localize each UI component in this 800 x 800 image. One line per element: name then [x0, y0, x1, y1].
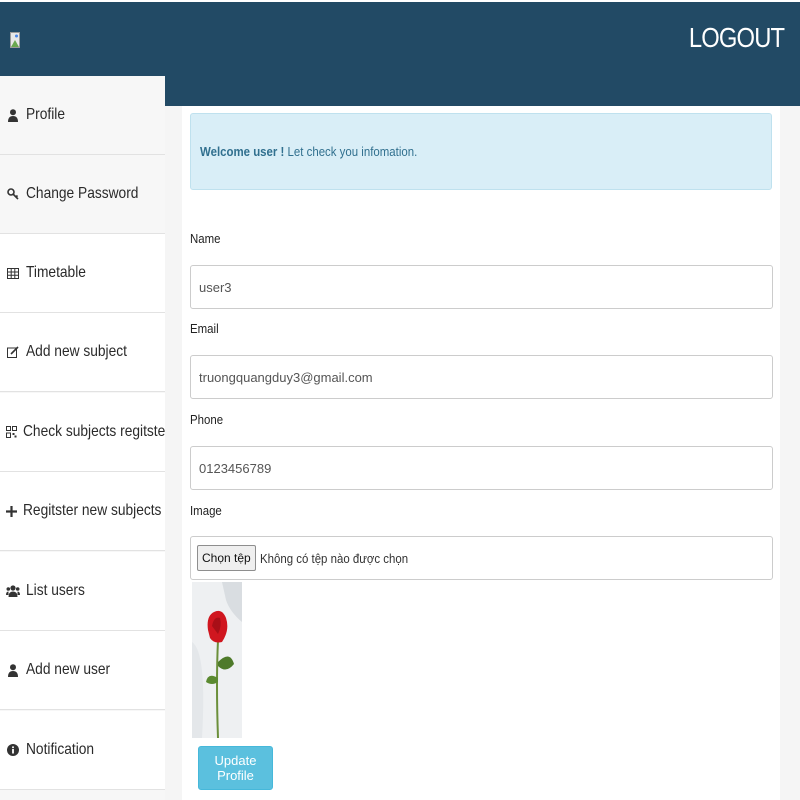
sidebar-item-timetable[interactable]: Timetable	[0, 234, 165, 313]
sidebar-item-label: Regitster new subjects	[23, 502, 162, 519]
phone-field[interactable]	[190, 446, 773, 490]
plus-icon	[6, 505, 17, 517]
edit-icon	[6, 346, 20, 358]
page-gutter	[780, 106, 800, 800]
users-icon	[6, 585, 20, 597]
email-label: Email	[190, 321, 219, 336]
name-field[interactable]	[190, 265, 773, 309]
sidebar-item-list-users[interactable]: List users	[0, 552, 165, 631]
sidebar-item-label: Change Password	[26, 185, 139, 202]
sidebar-item-label: Add new subject	[26, 343, 127, 360]
table-icon	[6, 267, 20, 279]
sidebar-item-label: Add new user	[26, 661, 111, 678]
qrcode-icon	[6, 426, 17, 438]
image-label: Image	[190, 503, 222, 518]
profile-image-rose	[192, 582, 242, 738]
phone-label: Phone	[190, 412, 224, 427]
name-label: Name	[190, 231, 221, 246]
sidebar: Profile Change Password Timetable Add ne…	[0, 76, 173, 800]
logout-button[interactable]: LOGOUT	[689, 22, 785, 54]
info-icon	[6, 744, 20, 756]
broken-logo-icon[interactable]	[10, 32, 20, 48]
sidebar-item-label: Check subjects regitsted	[23, 423, 173, 440]
file-status-text: Không có tệp nào được chọn	[259, 550, 408, 566]
sidebar-item-check-subjects[interactable]: Check subjects regitsted	[0, 393, 173, 472]
welcome-alert: Welcome user ! Let check you infomation.	[190, 113, 772, 190]
key-icon	[6, 188, 20, 200]
sidebar-item-add-user[interactable]: Add new user	[0, 631, 165, 710]
sidebar-item-profile[interactable]: Profile	[0, 76, 165, 155]
sidebar-item-register-subjects[interactable]: Regitster new subjects	[0, 472, 165, 551]
sidebar-item-add-subject[interactable]: Add new subject	[0, 313, 165, 392]
user-icon	[6, 663, 20, 677]
email-field[interactable]	[190, 355, 773, 399]
user-icon	[6, 108, 20, 122]
sidebar-item-change-password[interactable]: Change Password	[0, 155, 165, 234]
sidebar-item-label: Timetable	[26, 264, 86, 281]
update-profile-button[interactable]: Update Profile	[198, 746, 273, 790]
sidebar-item-notification[interactable]: Notification	[0, 711, 165, 790]
sidebar-item-label: Profile	[26, 106, 66, 123]
sidebar-item-label: List users	[26, 582, 85, 599]
choose-file-button[interactable]: Chọn tệp	[197, 545, 256, 571]
sidebar-item-label: Notification	[26, 741, 95, 758]
image-file-input[interactable]: Chọn tệp Không có tệp nào được chọn	[190, 536, 773, 580]
welcome-alert-strong: Welcome user !	[200, 144, 285, 159]
welcome-alert-text: Let check you infomation.	[284, 144, 418, 159]
